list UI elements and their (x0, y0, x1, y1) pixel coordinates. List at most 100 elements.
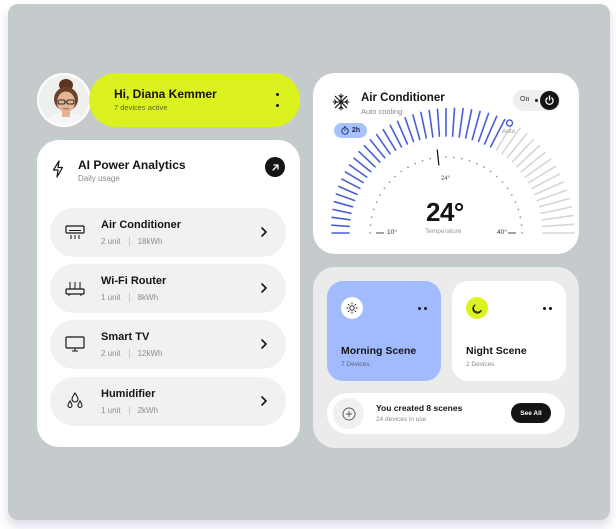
greeting-card: Hi, Diana Kemmer 7 devices active (89, 73, 300, 127)
gauge-tick (436, 108, 441, 138)
scene-subtitle: 7 Devices (341, 361, 370, 368)
device-row-air-conditioner[interactable]: Air Conditioner 2 unit 18kWh (50, 208, 286, 257)
device-name: Smart TV (101, 331, 150, 343)
created-scenes-title: You created 8 scenes (376, 403, 463, 413)
device-name: Humidifier (101, 388, 156, 400)
auto-label: Auto (502, 128, 516, 135)
gauge-tick (540, 206, 573, 215)
device-meta: 2 unit 12kWh (101, 349, 162, 358)
tv-icon (65, 336, 85, 352)
device-meta: 1 unit 8kWh (101, 293, 158, 302)
gauge-dot (519, 216, 522, 219)
device-energy: 12kWh (137, 349, 163, 358)
gauge-dot (400, 170, 403, 173)
gauge-tick (341, 178, 361, 190)
air-conditioner-icon (65, 225, 85, 239)
gauge-tick (338, 185, 358, 196)
gauge-tick (331, 216, 351, 221)
device-energy: 8kWh (137, 293, 159, 302)
device-units: 2 unit (101, 349, 121, 358)
power-analytics-card: AI Power Analytics Daily usage Air Condi… (37, 140, 300, 447)
gauge-tick (458, 107, 464, 138)
gauge-tick (538, 197, 571, 208)
gauge-tick (471, 110, 481, 141)
gauge-dot (370, 216, 373, 219)
gauge-dot (510, 194, 513, 196)
gauge-dot (379, 194, 382, 196)
gauge-tick (520, 151, 547, 173)
gauge-tick (404, 116, 415, 143)
temperature-label: Temperature (425, 228, 462, 235)
auto-handle[interactable] (505, 119, 514, 127)
current-temp-marker (436, 149, 440, 166)
gauge-tick (506, 132, 528, 159)
scene-subtitle: 2 Devices (466, 361, 495, 368)
device-row-humidifier[interactable]: Humidifier 1 unit 2kWh (50, 377, 286, 426)
chevron-right-icon (261, 227, 268, 237)
moon-icon (466, 297, 488, 319)
gauge-tick (528, 165, 557, 184)
gauge-dot (453, 156, 455, 159)
scene-title: Night Scene (466, 345, 527, 357)
more-options-icon[interactable] (543, 307, 552, 310)
chevron-right-icon (261, 283, 268, 293)
more-options-icon[interactable] (274, 93, 280, 107)
device-name: Wi-Fi Router (101, 275, 167, 287)
device-row-wifi-router[interactable]: Wi-Fi Router 1 unit 8kWh (50, 264, 286, 313)
gauge-tick (335, 193, 356, 202)
scenes-panel: Morning Scene 7 Devices Night Scene 2 De… (313, 267, 579, 448)
gauge-dot (388, 181, 391, 183)
gauge-dot (421, 159, 424, 162)
see-all-button[interactable]: See All (511, 403, 551, 423)
gauge-dot (520, 224, 523, 227)
gauge-min-label: 10° (387, 229, 397, 236)
night-scene-card[interactable]: Night Scene 2 Devices (452, 281, 566, 381)
gauge-dot (514, 201, 517, 204)
morning-scene-card[interactable]: Morning Scene 7 Devices (327, 281, 441, 381)
chevron-right-icon (261, 396, 268, 406)
gauge-dot (445, 156, 447, 158)
arrow-up-right-icon (271, 163, 279, 171)
gauge-dot (369, 232, 371, 234)
router-icon (65, 282, 85, 296)
devices-active-text: 7 devices active (114, 103, 168, 112)
scene-title: Morning Scene (341, 345, 417, 357)
gauge-dot (496, 175, 498, 178)
gauge-tick (516, 144, 541, 168)
gauge-tick (412, 114, 421, 141)
add-scene-button[interactable] (333, 398, 364, 429)
chevron-right-icon (261, 339, 268, 349)
gauge-current-label: 24° (441, 176, 451, 182)
analytics-title: AI Power Analytics (78, 158, 186, 172)
plus-icon (342, 407, 355, 420)
humidifier-icon (67, 392, 83, 409)
gauge-dot (468, 159, 471, 162)
gauge-tick (333, 200, 354, 208)
gauge-tick (420, 111, 428, 139)
gauge-dot (521, 232, 523, 234)
device-units: 1 unit (101, 406, 121, 415)
device-meta: 2 unit 18kWh (101, 237, 162, 246)
analytics-subtitle: Daily usage (78, 174, 120, 183)
gauge-dot (460, 157, 463, 160)
air-conditioner-card: Air Conditioner Auto cooling On 2h Auto … (313, 73, 579, 254)
device-energy: 2kWh (137, 406, 159, 415)
device-units: 2 unit (101, 237, 121, 246)
gauge-tick (541, 214, 574, 221)
more-options-icon[interactable] (418, 307, 427, 310)
device-meta: 1 unit 2kWh (101, 406, 158, 415)
gauge-dot (375, 201, 378, 204)
gauge-tick (524, 158, 552, 178)
device-row-smart-tv[interactable]: Smart TV 2 unit 12kWh (50, 320, 286, 369)
created-scenes-subtitle: 24 devices in use (376, 416, 427, 423)
device-units: 1 unit (101, 293, 121, 302)
open-analytics-button[interactable] (265, 157, 285, 177)
gauge-tick (542, 223, 575, 228)
gauge-dot (407, 166, 409, 169)
sun-icon (341, 297, 363, 319)
gauge-dot (372, 208, 375, 211)
gauge-dot (489, 170, 492, 173)
lightning-icon (52, 160, 64, 178)
gauge-dot (394, 175, 396, 178)
avatar[interactable] (37, 73, 91, 127)
